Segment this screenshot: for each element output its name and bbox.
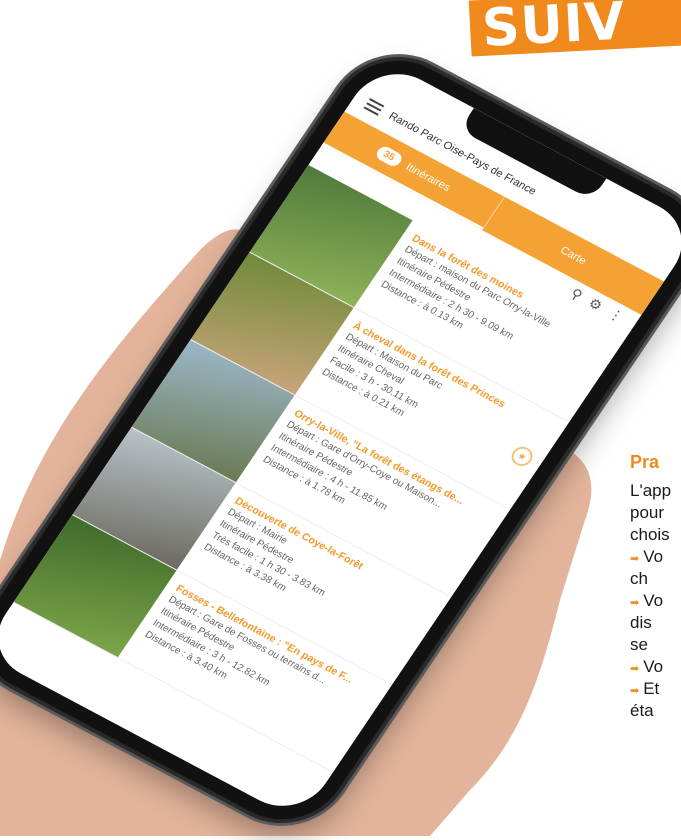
article-line: dis — [630, 613, 652, 632]
tab-label: Itinéraires — [403, 160, 453, 194]
article-line: se — [630, 635, 648, 654]
article-line: pour — [630, 503, 665, 522]
article-line: chois — [630, 525, 670, 544]
article-bullet: ➡ Vo — [630, 657, 664, 676]
gear-icon[interactable]: ⚙ — [585, 295, 606, 315]
article-heading: Pra — [630, 452, 660, 472]
tab-label: Carte — [557, 244, 589, 268]
search-icon[interactable]: ⚲ — [567, 285, 586, 304]
article-line: éta — [630, 701, 654, 720]
article-line: ch — [630, 569, 648, 588]
route-count-badge: 35 — [373, 144, 405, 169]
arrow-icon: ➡ — [630, 597, 640, 609]
arrow-icon: ➡ — [630, 685, 640, 697]
article-bullet: ➡ Vo — [630, 547, 664, 566]
hamburger-menu-icon[interactable] — [363, 98, 385, 116]
article-bullet: ➡ Vo — [630, 591, 664, 610]
article-line: L'app — [630, 481, 672, 500]
arrow-icon: ➡ — [630, 663, 640, 675]
article-bullet: ➡ Et — [630, 679, 660, 698]
more-vertical-icon[interactable]: ⋮ — [605, 305, 627, 326]
favorite-icon[interactable]: ★ — [507, 443, 537, 470]
article-text: Pra L'app pour chois ➡ Vo ch ➡ Vo dis se ➡… — [630, 452, 681, 723]
arrow-icon: ➡ — [630, 553, 640, 565]
